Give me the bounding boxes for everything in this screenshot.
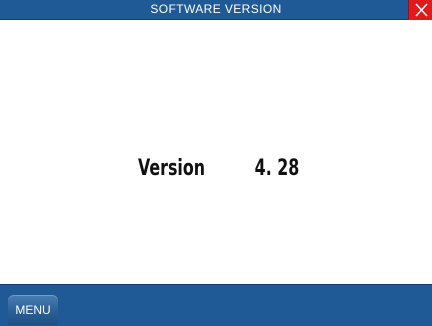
software-version-screen: SOFTWARE VERSION Version 4. 28 MENU <box>0 0 432 326</box>
screen-title: SOFTWARE VERSION <box>150 2 282 16</box>
bottom-bar: MENU <box>0 284 432 326</box>
close-icon <box>415 3 428 17</box>
menu-button[interactable]: MENU <box>8 295 58 325</box>
version-info: Version 4. 28 <box>0 148 432 188</box>
version-number: 4. 28 <box>254 155 299 181</box>
content-area: Version 4. 28 <box>0 20 432 284</box>
version-label: Version <box>137 155 205 181</box>
title-bar: SOFTWARE VERSION <box>0 0 432 20</box>
close-button[interactable] <box>408 0 432 20</box>
